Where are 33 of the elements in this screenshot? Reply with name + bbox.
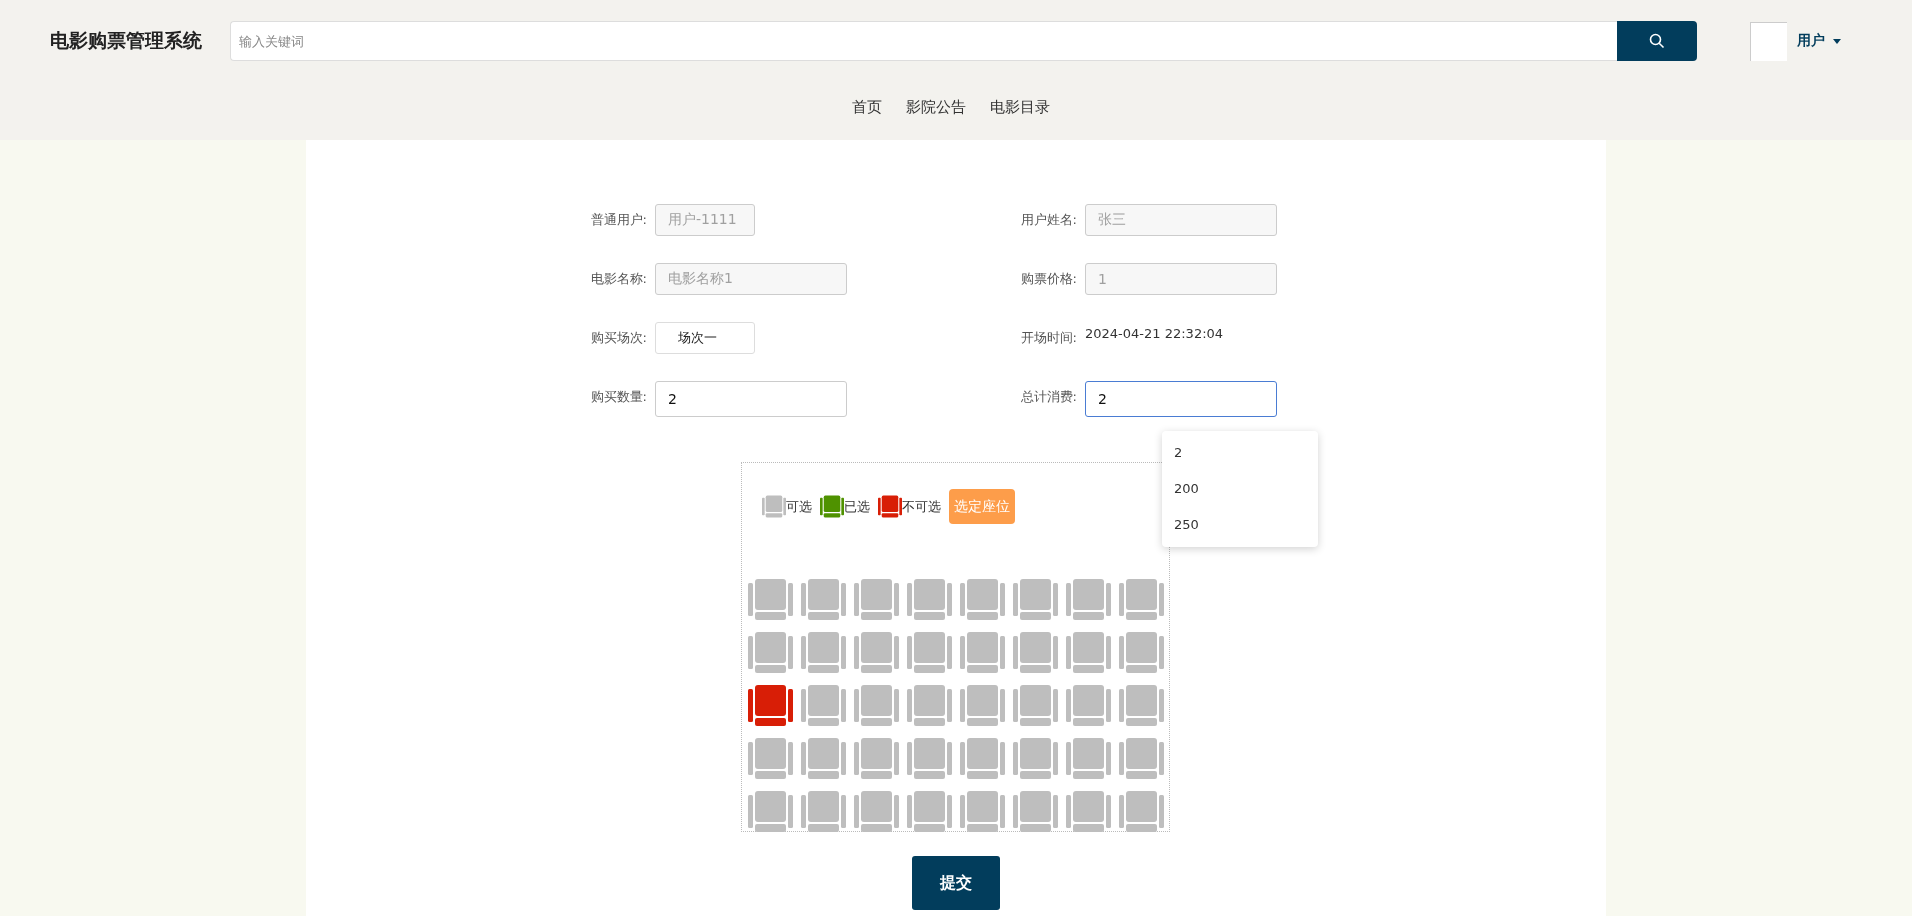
search-field[interactable]: 输入关键词 — [230, 21, 1617, 61]
input-field[interactable]: 2 — [655, 381, 847, 417]
nav-link[interactable]: 电影目录 — [990, 98, 1050, 117]
field-label: 普通用户: — [589, 211, 647, 229]
user-menu[interactable]: 用户 — [1797, 32, 1841, 50]
seat-legend-icon — [819, 494, 844, 519]
session-select[interactable]: 场次一 — [655, 322, 755, 354]
legend-label: 已选 — [843, 497, 870, 516]
suggestion-item[interactable]: 250 — [1162, 507, 1318, 543]
field-label: 购买场次: — [589, 329, 647, 347]
broken-image — [1750, 21, 1787, 61]
legend-label: 可选 — [785, 497, 812, 516]
site-title: 电影购票管理系统 — [50, 28, 203, 53]
caret-icon — [1833, 38, 1841, 44]
seat-legend-icon — [877, 494, 902, 519]
field-label: 开场时间: — [1019, 329, 1077, 347]
field-label: 用户姓名: — [1019, 211, 1077, 229]
search-button[interactable] — [1617, 21, 1697, 61]
field-value: 2024-04-21 22:32:04 — [1085, 325, 1224, 343]
legend-label: 不可选 — [901, 497, 941, 516]
input-field[interactable]: 2 — [1085, 381, 1277, 417]
field-label: 购买数量: — [589, 388, 647, 406]
field-label: 总计消费: — [1019, 388, 1077, 406]
search-icon — [1649, 33, 1665, 49]
nav-link[interactable]: 首页 — [852, 98, 882, 117]
suggestion-item[interactable]: 200 — [1162, 471, 1318, 507]
field-label: 购票价格: — [1019, 270, 1077, 288]
nav-link[interactable]: 影院公告 — [906, 98, 966, 117]
suggestion-item[interactable]: 2 — [1162, 435, 1318, 471]
seat-icon[interactable] — [747, 684, 793, 729]
seat-legend-icon — [761, 494, 786, 519]
submit-button[interactable]: 提交 — [912, 856, 1000, 910]
field-label: 电影名称: — [589, 270, 647, 288]
